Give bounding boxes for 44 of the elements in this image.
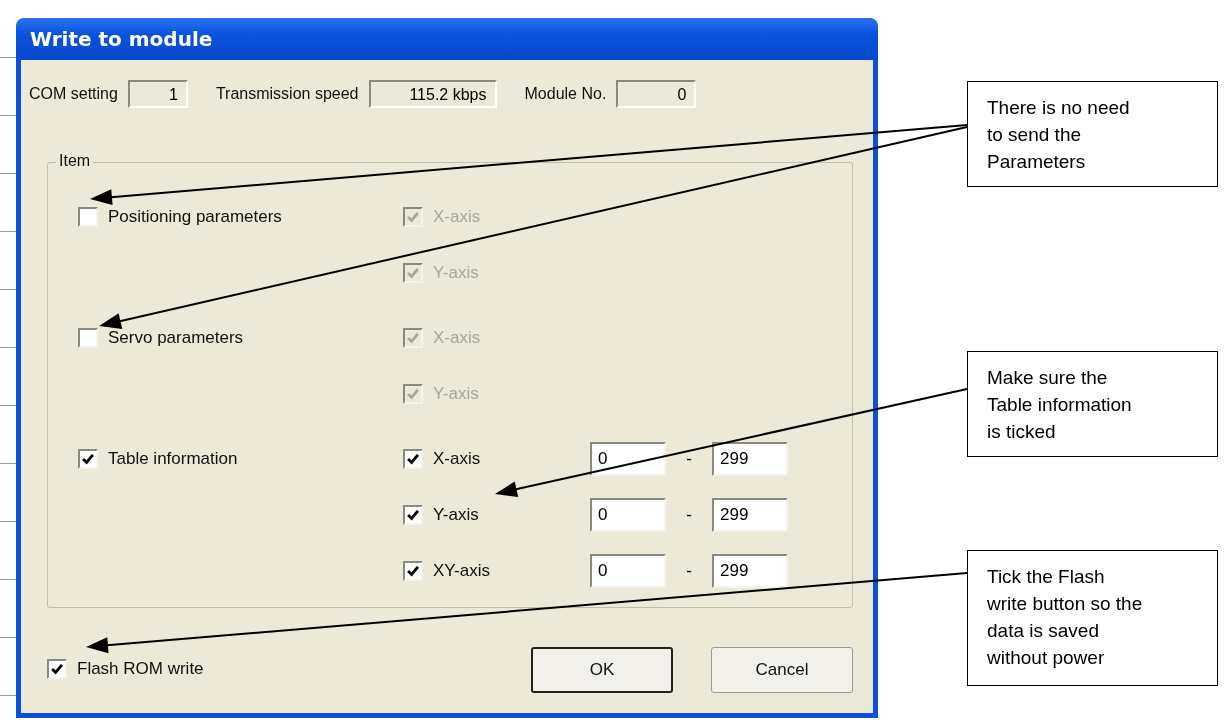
setting-label: COM setting (29, 85, 118, 103)
checkbox-square[interactable] (78, 207, 98, 227)
checkbox-square[interactable] (403, 449, 423, 469)
check-icon (406, 564, 420, 578)
check-icon (406, 387, 420, 401)
range-separator: - (685, 505, 693, 525)
checkbox[interactable]: XY-axis (403, 559, 590, 583)
callout-box: Tick the Flash write button so the data is saved without power (967, 550, 1218, 686)
check-icon (81, 452, 95, 466)
input-field[interactable]: 0 (590, 554, 666, 588)
readonly-field: 115.2 kbps (368, 80, 497, 108)
check-icon (406, 452, 420, 466)
input-field[interactable]: 299 (712, 442, 788, 476)
checkbox[interactable]: Servo parameters (78, 326, 244, 350)
checkbox[interactable]: Table information (78, 447, 238, 471)
checkbox[interactable]: Flash ROM write (47, 657, 204, 681)
readonly-field: 0 (616, 80, 697, 108)
range-separator: - (685, 449, 693, 469)
checkbox[interactable]: Positioning parameters (78, 205, 282, 229)
check-icon (406, 266, 420, 280)
range-separator: - (685, 561, 693, 581)
input-field[interactable]: 299 (712, 554, 788, 588)
dialog-button[interactable]: Cancel (711, 647, 853, 693)
check-icon (406, 331, 420, 345)
window-title: Write to module (30, 27, 213, 51)
input-field[interactable]: 299 (712, 498, 788, 532)
check-icon (50, 662, 64, 676)
check-icon (406, 508, 420, 522)
checkbox-square[interactable] (403, 561, 423, 581)
checkbox-square[interactable] (78, 449, 98, 469)
callout-box: Make sure the Table information is ticked (967, 351, 1218, 457)
callout-box: There is no need to send the Parameters (967, 81, 1218, 187)
checkbox-square[interactable] (78, 328, 98, 348)
setting-label: Module No. (524, 85, 607, 103)
checkbox-square[interactable] (47, 659, 67, 679)
input-field[interactable]: 0 (590, 442, 666, 476)
dialog-button[interactable]: OK (531, 647, 673, 693)
checkbox[interactable]: X-axis (403, 447, 590, 471)
checkbox[interactable]: Y-axis (403, 503, 590, 527)
check-icon (406, 210, 420, 224)
setting-label: Transmission speed (215, 85, 359, 103)
readonly-field: 1 (127, 80, 188, 108)
input-field[interactable]: 0 (590, 498, 666, 532)
checkbox-square[interactable] (403, 505, 423, 525)
